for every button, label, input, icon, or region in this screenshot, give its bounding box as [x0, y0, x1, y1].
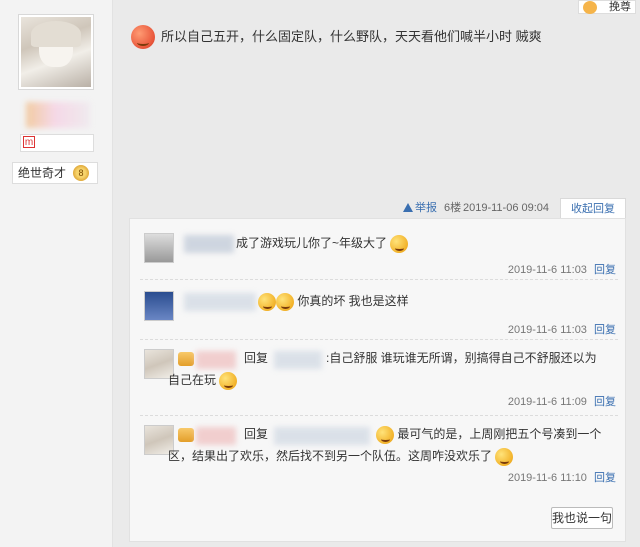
level-icon: m: [23, 136, 35, 148]
reply-text: 成了游戏玩儿你了~年级大了: [236, 232, 409, 254]
reply-meta: 2019-11-6 11:03 回复: [508, 261, 616, 277]
reply-item: 你真的坏 我也是这样 2019-11-6 11:03 回复: [140, 279, 618, 340]
username-blurred[interactable]: [26, 102, 90, 128]
reply-meta: 2019-11-6 11:10 回复: [508, 469, 616, 485]
smile-face-icon: [219, 371, 238, 390]
user-avatar[interactable]: [18, 14, 94, 90]
reply-meta: 2019-11-6 11:03 回复: [508, 321, 616, 337]
report-link[interactable]: 举报: [403, 198, 437, 218]
post-text: 所以自己五开，什么固定队，什么野队，天天看他们喊半小时 贼爽: [161, 29, 542, 44]
smile-face-icon: [376, 425, 394, 444]
badge-icon: [583, 1, 597, 14]
reply-meta: 2019-11-6 11:09 回复: [508, 393, 616, 409]
smile-face-icon: [258, 292, 276, 311]
surprised-face-icon: [495, 447, 514, 466]
reply-button[interactable]: 回复: [594, 264, 616, 276]
reply-text: 自己在玩: [168, 369, 238, 391]
post-meta: 举报 6楼 2019-11-06 09:04 收起回复: [113, 198, 640, 218]
reply-date: 2019-11-6 11:03: [507, 264, 587, 276]
smile-face-icon: [276, 292, 294, 311]
reply-item: 回复 最可气的是，上周刚把五个号凑到一个 区，结果出了欢乐，然后找不到另一个队伍…: [140, 415, 618, 491]
top-badge-label: 挽尊: [609, 1, 631, 13]
report-label: 举报: [415, 202, 437, 214]
reply-text-content: 你真的坏 我也是这样: [297, 294, 409, 308]
reply-text-content: :自己舒服 谁玩谁无所谓，别搞得自己不舒服还以为: [326, 351, 597, 365]
reply-text-content: 最可气的是，上周刚把五个号凑到一个: [397, 427, 602, 441]
reply-text: 最可气的是，上周刚把五个号凑到一个: [376, 423, 616, 445]
reply-text: 区，结果出了欢乐，然后找不到另一个队伍。这周咋没欢乐了: [168, 445, 514, 467]
reply-avatar[interactable]: [144, 291, 174, 321]
reply-item: 回复 :自己舒服 谁玩谁无所谓，别搞得自己不舒服还以为 自己在玩 2019-11…: [140, 339, 618, 416]
reply-date: 2019-11-6 11:03: [507, 324, 587, 336]
reply-date: 2019-11-6 11:09: [507, 396, 587, 408]
reply-text-content: 自己在玩: [168, 373, 217, 387]
floor-number: 6楼: [444, 202, 462, 214]
post-date: 2019-11-06 09:04: [463, 202, 550, 214]
reply-username-blurred[interactable]: [196, 427, 236, 445]
level-medal-icon: 8: [73, 165, 89, 181]
tongue-face-icon: [390, 234, 409, 253]
level-bar: m: [20, 134, 94, 152]
reply-text: 你真的坏 我也是这样: [258, 290, 409, 312]
reply-button[interactable]: 回复: [594, 396, 616, 408]
reply-text: :自己舒服 谁玩谁无所谓，别搞得自己不舒服还以为: [326, 347, 616, 369]
reply-text: 回复: [244, 423, 268, 445]
reply-button[interactable]: 回复: [594, 472, 616, 484]
post-main: 挽尊 所以自己五开，什么固定队，什么野队，天天看他们喊半小时 贼爽 举报 6楼 …: [113, 0, 640, 547]
angry-face-icon: [131, 25, 155, 49]
user-title: 绝世奇才: [18, 166, 67, 180]
reply-target-blurred[interactable]: [274, 351, 322, 369]
reply-avatar[interactable]: [144, 233, 174, 263]
reply-text-content: 成了游戏玩儿你了~年级大了: [236, 236, 388, 250]
reply-username-blurred[interactable]: [184, 293, 256, 311]
top-badge[interactable]: 挽尊: [578, 0, 636, 14]
vip-icon: [178, 428, 194, 442]
reply-username-blurred[interactable]: [196, 351, 236, 369]
reply-prefix: 回复: [244, 351, 269, 365]
post-content: 所以自己五开，什么固定队，什么野队，天天看他们喊半小时 贼爽: [131, 24, 631, 50]
reply-item: 成了游戏玩儿你了~年级大了 2019-11-6 11:03 回复: [140, 219, 618, 280]
reply-prefix: 回复: [244, 427, 269, 441]
user-title-badge[interactable]: 绝世奇才 8: [12, 162, 98, 184]
vip-icon: [178, 352, 194, 366]
reply-date: 2019-11-6 11:10: [507, 472, 587, 484]
collapse-replies-button[interactable]: 收起回复: [560, 198, 626, 218]
avatar-image: [21, 17, 91, 87]
warning-icon: [403, 203, 413, 212]
reply-button[interactable]: 回复: [594, 324, 616, 336]
reply-text-content: 区，结果出了欢乐，然后找不到另一个队伍。这周咋没欢乐了: [168, 449, 493, 463]
add-reply-button[interactable]: 我也说一句: [551, 507, 613, 529]
reply-username-blurred[interactable]: [184, 235, 234, 253]
reply-list: 成了游戏玩儿你了~年级大了 2019-11-6 11:03 回复 你真的坏 我也…: [129, 218, 626, 542]
reply-target-blurred[interactable]: [274, 427, 370, 445]
user-sidebar: m 绝世奇才 8: [0, 0, 113, 547]
